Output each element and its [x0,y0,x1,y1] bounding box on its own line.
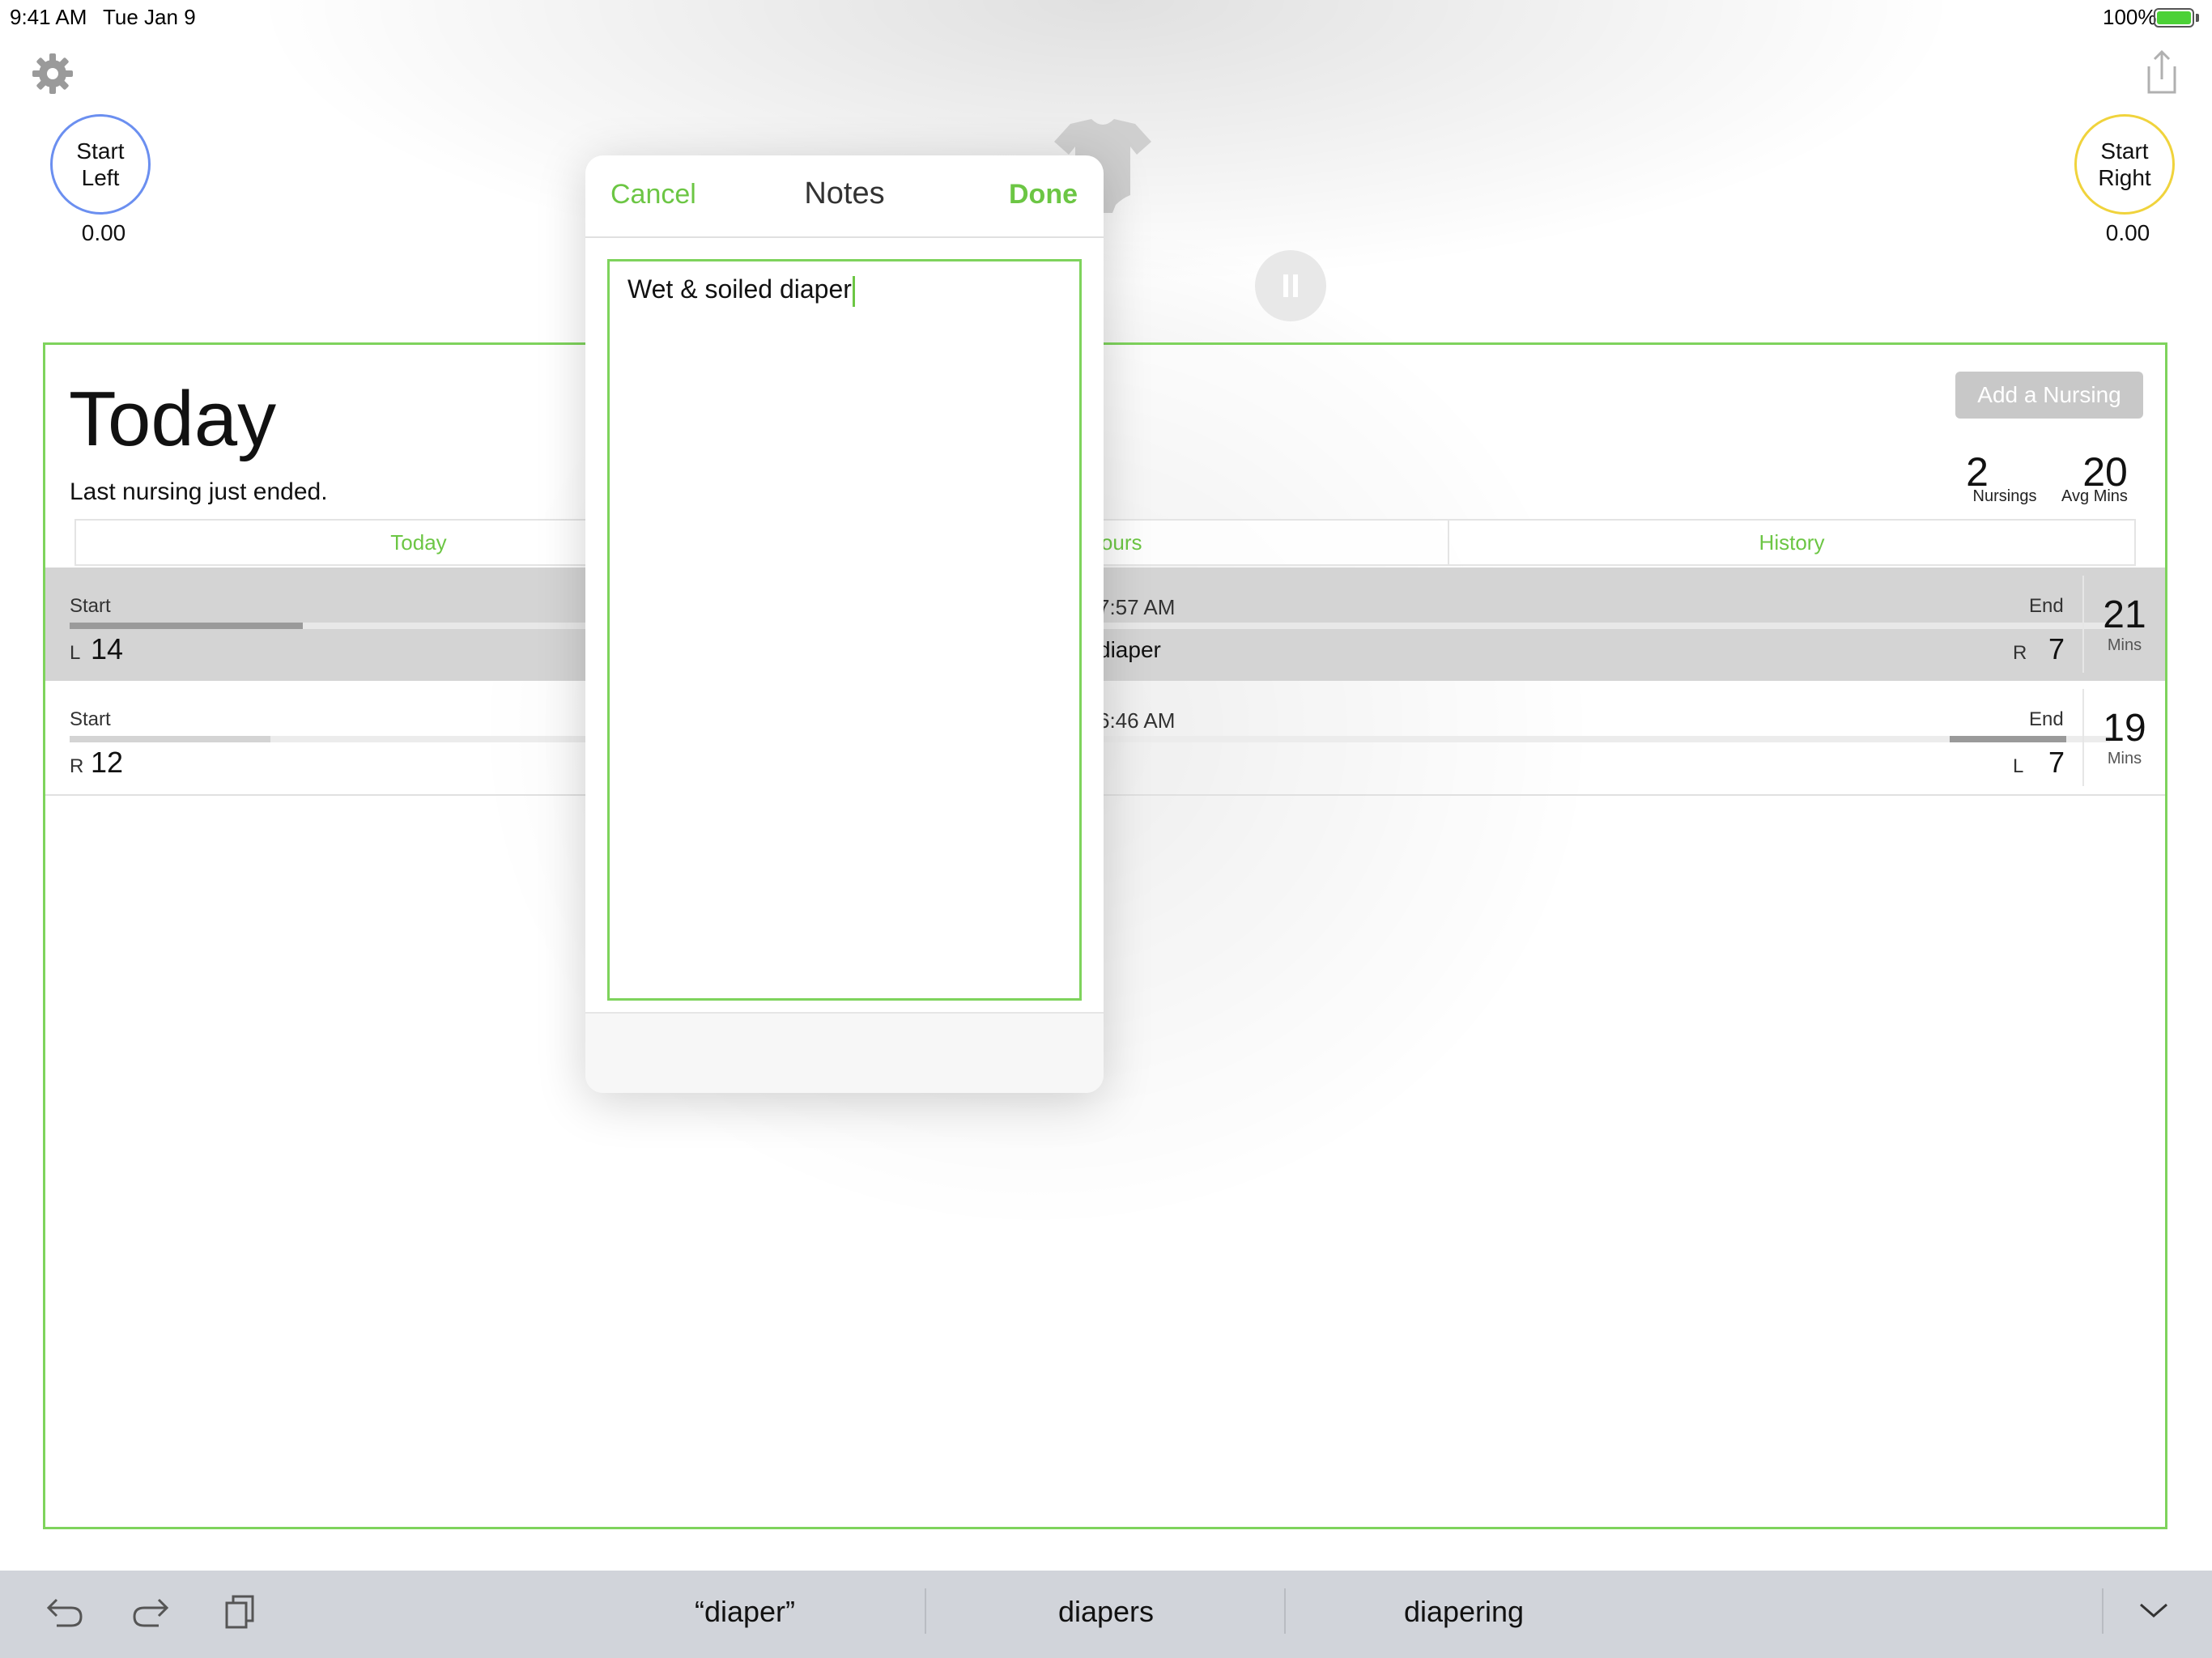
session-total: 19 Mins [2082,689,2165,786]
status-date: Tue Jan 9 [103,5,196,29]
page-title: Today [69,376,277,462]
session-note: diaper [1098,637,1161,662]
end-label: End [2029,708,2064,730]
nursings-label: Nursings [1972,487,2037,505]
start-side: L [70,642,81,664]
last-nursing-status: Last nursing just ended. [70,478,328,505]
notes-text: Wet & soiled diaper [627,274,852,304]
keyboard-shortcut-bar: “diaper” diapers diapering [0,1571,2212,1658]
session-progress [70,623,303,629]
session-time: 7:57 AM [1098,595,1176,619]
session-progress [70,736,270,742]
start-right-label-1: Start [2100,138,2149,164]
start-side: R [70,755,84,777]
start-mins: 14 [91,632,124,665]
suggestion-divider [1284,1588,1286,1634]
battery-tip [2196,14,2199,22]
modal-footer [585,1012,1104,1093]
suggestion-1[interactable]: “diaper” [632,1595,858,1629]
redo-icon[interactable] [131,1593,170,1633]
suggestion-divider [2102,1588,2104,1634]
modal-header: Cancel Notes Done [585,155,1104,238]
add-nursing-button[interactable]: Add a Nursing [1955,372,2143,419]
total-mins: 19 [2103,706,2146,750]
end-mins: 7 [2048,632,2065,665]
nursing-row[interactable]: Start L 14 7:57 AM diaper End R 7 21 Min… [45,568,2165,681]
mins-label: Mins [2107,749,2142,767]
undo-icon[interactable] [45,1593,84,1633]
battery-icon [2154,8,2194,28]
share-icon[interactable] [2146,49,2178,96]
text-caret [852,275,855,307]
end-mins: 7 [2048,746,2065,779]
total-mins: 21 [2103,593,2146,636]
start-label: Start [70,595,111,617]
start-mins: 12 [91,746,124,779]
start-left-label-2: Left [81,165,120,190]
paste-icon[interactable] [223,1593,256,1633]
tab-history[interactable]: History [1449,521,2134,564]
start-right-button[interactable]: Start Right [2074,114,2175,215]
notes-modal: Cancel Notes Done Wet & soiled diaper [585,155,1104,1093]
done-button[interactable]: Done [1009,179,1078,210]
gear-icon[interactable] [31,52,74,96]
suggestion-2[interactable]: diapers [993,1595,1219,1629]
start-left-button[interactable]: Start Left [50,114,151,215]
mins-label: Mins [2107,636,2142,654]
suggestion-3[interactable]: diapering [1351,1595,1577,1629]
end-side: R [2013,642,2027,664]
end-label: End [2029,595,2064,617]
end-side: L [2013,755,2024,777]
session-progress-end [1950,736,2066,742]
status-time: 9:41 AM [10,5,87,29]
session-time: 6:46 AM [1098,708,1176,733]
left-timer: 0.00 [81,220,126,245]
nursing-row[interactable]: Start R 12 6:46 AM End L 7 19 Mins [45,681,2165,796]
session-total: 21 Mins [2082,576,2165,673]
start-right-label-2: Right [2098,165,2151,190]
start-left-label-1: Start [76,138,125,164]
chevron-down-icon[interactable] [2138,1601,2170,1625]
notes-textarea[interactable]: Wet & soiled diaper [607,259,1082,1001]
range-tabs: Today 4 Hours History [74,519,2136,566]
battery-percent: 100% [2103,5,2157,29]
right-timer: 0.00 [2105,220,2150,245]
suggestion-divider [925,1588,926,1634]
start-label: Start [70,708,111,730]
avg-mins-label: Avg Mins [2061,487,2128,505]
pause-button[interactable] [1255,250,1326,321]
